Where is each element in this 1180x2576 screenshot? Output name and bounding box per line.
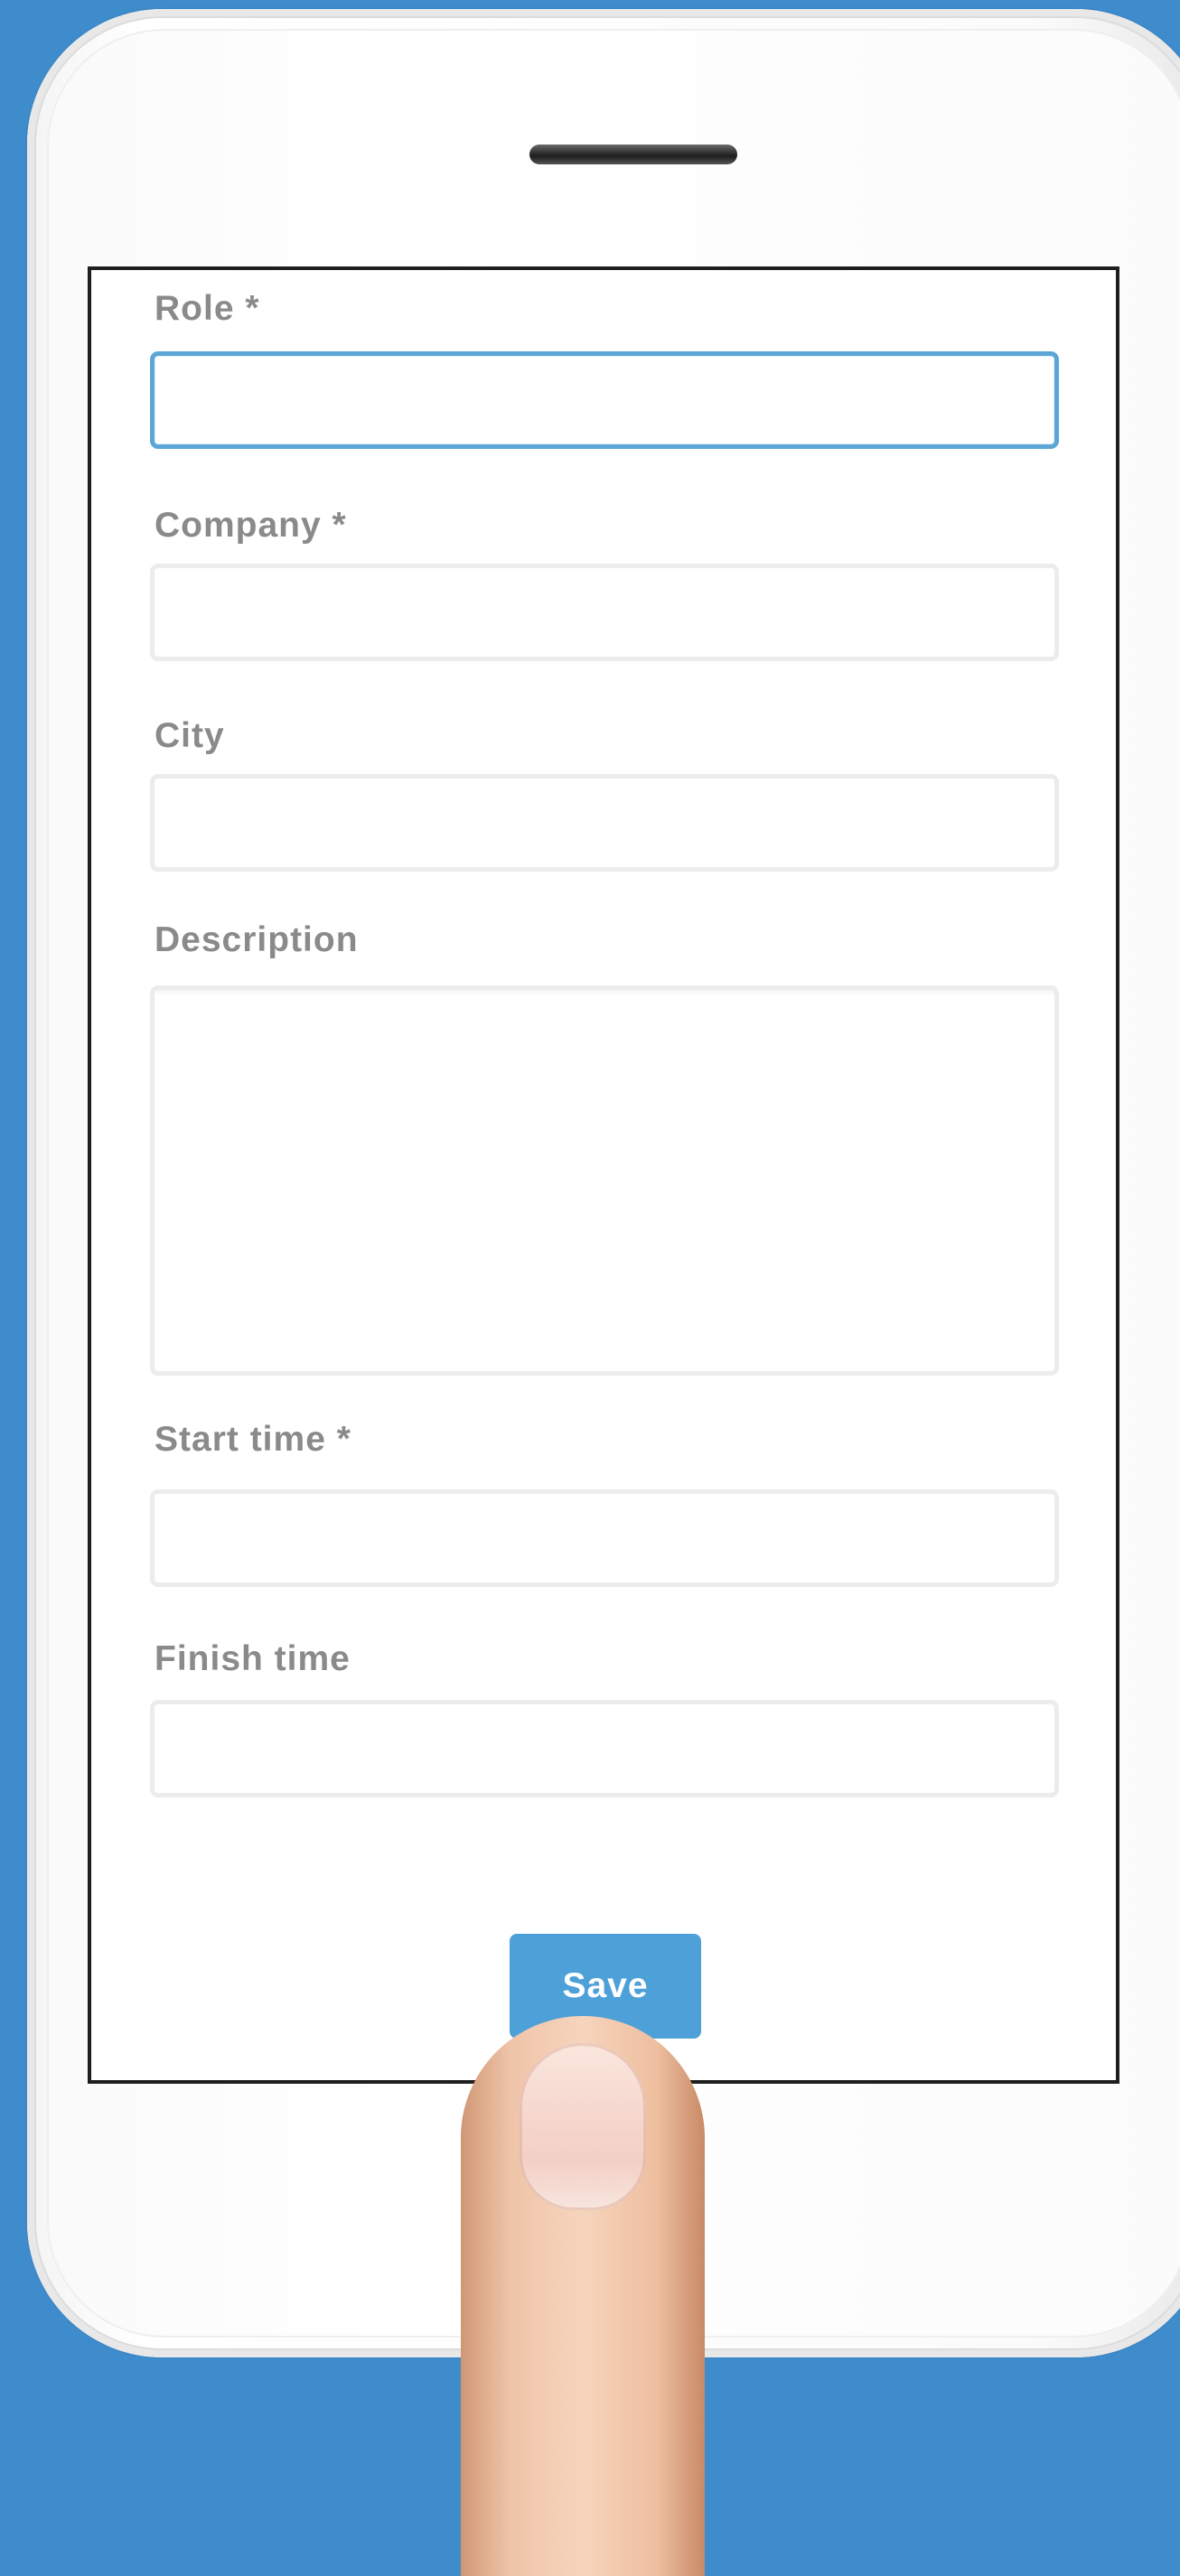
city-input[interactable] [150, 774, 1059, 872]
phone-screen: Role * Company * City Description Start … [88, 266, 1119, 2084]
city-label: City [155, 716, 225, 755]
description-textarea[interactable] [150, 985, 1059, 1376]
role-input[interactable] [150, 351, 1059, 449]
description-label: Description [155, 920, 359, 959]
finish-time-input[interactable] [150, 1700, 1059, 1797]
speaker-grille [529, 145, 737, 164]
company-label: Company * [155, 506, 347, 545]
pointing-finger [461, 2016, 705, 2576]
finish-time-label: Finish time [155, 1639, 351, 1678]
start-time-input[interactable] [150, 1489, 1059, 1587]
company-input[interactable] [150, 564, 1059, 661]
start-time-label: Start time * [155, 1420, 351, 1459]
role-label: Role * [155, 289, 260, 328]
fingernail [520, 2043, 646, 2210]
